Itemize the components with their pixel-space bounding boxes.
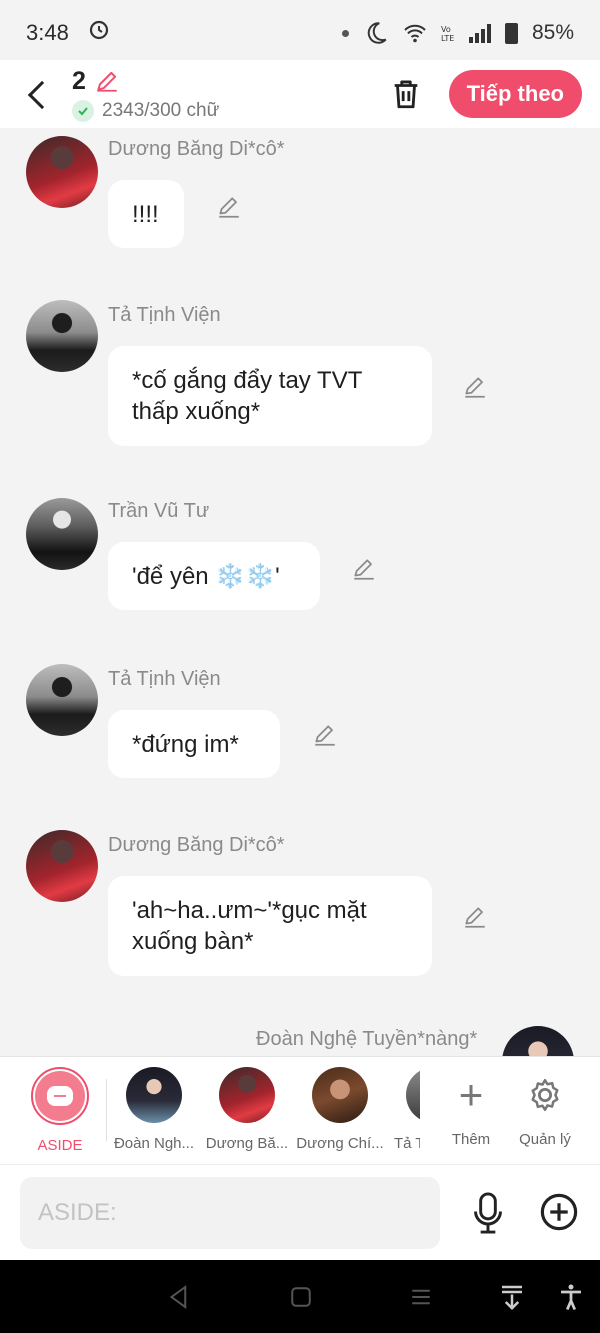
character-label: Dương Bă... bbox=[205, 1135, 289, 1152]
message-text: 'để yên ❄️❄️' bbox=[132, 562, 280, 590]
character-selector: ASIDE Đoàn Ngh... Dương Bă... Dương Chí.… bbox=[0, 1056, 600, 1164]
gear-icon bbox=[531, 1078, 559, 1112]
editor-header: 2 2343/300 chữ Tiếp theo bbox=[0, 60, 600, 128]
message-text: *đứng im* bbox=[132, 730, 239, 758]
message-text: !!!! bbox=[132, 200, 159, 228]
message-count-area: 2 2343/300 chữ bbox=[72, 67, 219, 122]
nav-collapse-icon[interactable] bbox=[497, 1282, 527, 1312]
dnd-moon-icon bbox=[367, 22, 387, 44]
character-aside[interactable]: ASIDE bbox=[15, 1067, 105, 1154]
status-time: 3:48 bbox=[26, 20, 69, 45]
nav-recents-icon[interactable] bbox=[406, 1282, 436, 1312]
battery-percent: 85% bbox=[531, 21, 574, 44]
alarm-night-icon bbox=[87, 18, 111, 48]
status-icons: Vo LTE 85% bbox=[341, 20, 574, 46]
svg-text:LTE: LTE bbox=[441, 34, 454, 43]
manage-button[interactable]: Quản lý bbox=[500, 1067, 590, 1148]
volte-icon: VoLTE bbox=[441, 25, 454, 43]
message-bubble[interactable]: !!!! bbox=[108, 180, 184, 248]
message-count: 2 bbox=[72, 66, 86, 95]
nav-home-icon[interactable] bbox=[286, 1282, 316, 1312]
character-item[interactable]: Đoàn Ngh... bbox=[109, 1067, 199, 1152]
character-item[interactable]: Dương Bă... bbox=[202, 1067, 292, 1152]
sender-name: Trần Vũ Tư bbox=[108, 500, 210, 522]
character-label: Tả T bbox=[394, 1135, 420, 1152]
mic-icon[interactable] bbox=[470, 1191, 506, 1235]
character-avatar bbox=[126, 1067, 182, 1123]
character-label: ASIDE bbox=[37, 1137, 83, 1154]
message-text: 'ah~ha..ưm~'*gục mặt xuống bàn* bbox=[132, 897, 367, 955]
svg-text:Vo: Vo bbox=[441, 25, 451, 34]
character-label: Đoàn Ngh... bbox=[113, 1135, 195, 1152]
signal-icon bbox=[468, 23, 491, 43]
sender-name: Dương Băng Di*cô* bbox=[108, 138, 285, 160]
sender-name: Tả Tịnh Viện bbox=[108, 668, 221, 690]
trash-icon[interactable] bbox=[389, 77, 423, 111]
notification-dot-icon bbox=[341, 29, 349, 37]
chat-bubble-icon bbox=[47, 1086, 73, 1106]
nav-back-icon[interactable] bbox=[164, 1282, 194, 1312]
add-label: Thêm bbox=[451, 1131, 491, 1148]
sender-name: Tả Tịnh Viện bbox=[108, 304, 221, 326]
avatar[interactable] bbox=[26, 498, 98, 570]
status-bar: 3:48 Vo LTE 85% bbox=[0, 0, 600, 66]
avatar[interactable] bbox=[26, 830, 98, 902]
next-button[interactable]: Tiếp theo bbox=[448, 70, 582, 118]
message-bubble[interactable]: 'ah~ha..ưm~'*gục mặt xuống bàn* bbox=[108, 876, 432, 976]
manage-label: Quản lý bbox=[519, 1131, 571, 1148]
plus-icon: + bbox=[458, 1071, 484, 1118]
character-avatar bbox=[312, 1067, 368, 1123]
edit-message-icon[interactable] bbox=[462, 374, 488, 400]
edit-message-icon[interactable] bbox=[216, 194, 242, 220]
edit-message-icon[interactable] bbox=[351, 556, 377, 582]
character-item[interactable]: Dương Chí... bbox=[295, 1067, 385, 1152]
back-button[interactable] bbox=[24, 79, 54, 109]
sender-name: Đoàn Nghệ Tuyền*nàng* bbox=[256, 1028, 478, 1050]
character-label: Dương Chí... bbox=[296, 1135, 384, 1152]
aside-input[interactable] bbox=[20, 1177, 440, 1249]
word-count: 2343/300 chữ bbox=[102, 99, 220, 121]
add-circle-icon[interactable] bbox=[540, 1193, 578, 1231]
aside-avatar bbox=[31, 1067, 89, 1125]
character-avatar bbox=[406, 1067, 420, 1123]
message-bubble[interactable]: *đứng im* bbox=[108, 710, 280, 778]
character-item[interactable]: Tả T bbox=[380, 1067, 420, 1152]
divider bbox=[106, 1079, 107, 1141]
wifi-icon bbox=[404, 24, 426, 43]
avatar[interactable] bbox=[26, 136, 98, 208]
sender-name: Dương Băng Di*cô* bbox=[108, 834, 285, 856]
navigation-bar bbox=[0, 1260, 600, 1333]
edit-message-icon[interactable] bbox=[462, 904, 488, 930]
check-icon bbox=[72, 99, 94, 122]
edit-message-icon[interactable] bbox=[312, 722, 338, 748]
message-bubble[interactable]: *cố gắng đẩy tay TVT thấp xuống* bbox=[108, 346, 432, 446]
avatar[interactable] bbox=[26, 300, 98, 372]
message-bubble[interactable]: 'để yên ❄️❄️' bbox=[108, 542, 320, 610]
input-bar bbox=[0, 1164, 600, 1260]
character-avatar bbox=[219, 1067, 275, 1123]
battery-icon bbox=[504, 22, 518, 44]
message-text: *cố gắng đẩy tay TVT thấp xuống* bbox=[132, 367, 362, 425]
avatar[interactable] bbox=[502, 1026, 574, 1056]
chat-area[interactable]: Dương Băng Di*cô* !!!! Tả Tịnh Viện *cố … bbox=[0, 128, 600, 1056]
accessibility-icon[interactable] bbox=[556, 1282, 586, 1312]
edit-title-icon[interactable] bbox=[94, 68, 120, 94]
avatar[interactable] bbox=[26, 664, 98, 736]
